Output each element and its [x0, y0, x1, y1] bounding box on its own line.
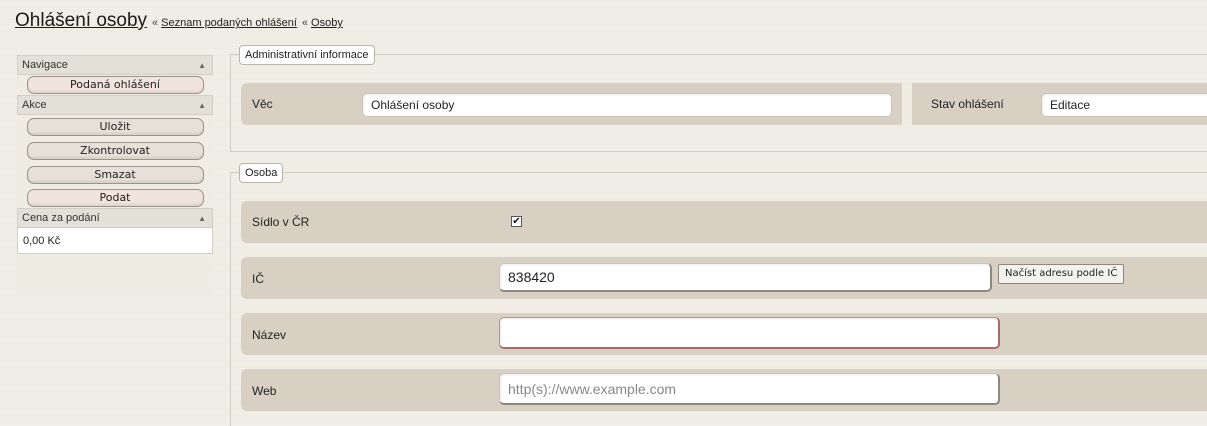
- ic-row: IČ 838420 Načíst adresu podle IČ: [241, 257, 1207, 299]
- akce-section-header[interactable]: Akce ▲: [17, 95, 213, 115]
- breadcrumb-separator: «: [301, 17, 309, 29]
- checkmark-icon: ✔: [512, 216, 521, 227]
- stav-field[interactable]: Editace: [1041, 93, 1207, 117]
- cena-section-header[interactable]: Cena za podání ▲: [17, 208, 213, 228]
- nazev-row: Název: [241, 313, 1207, 355]
- ic-input[interactable]: 838420: [499, 263, 992, 292]
- cena-value: 0,00 Kč: [17, 228, 213, 254]
- nazev-input[interactable]: [499, 317, 1000, 349]
- web-row: Web http(s)://www.example.com: [241, 369, 1207, 411]
- web-label: Web: [252, 384, 277, 398]
- stav-label: Stav ohlášení: [931, 97, 1004, 111]
- vec-field[interactable]: Ohlášení osoby: [362, 93, 892, 117]
- collapse-triangle-icon[interactable]: ▲: [198, 214, 206, 223]
- podana-ohlaseni-button[interactable]: Podaná ohlášení: [26, 76, 204, 94]
- collapse-triangle-icon[interactable]: ▲: [198, 101, 206, 110]
- sidlo-row: Sídlo v ČR ✔: [241, 201, 1207, 243]
- nazev-label: Název: [252, 328, 287, 342]
- sidebar: Navigace ▲ Podaná ohlášení Akce ▲ Uložit…: [17, 55, 213, 295]
- navigace-section-header[interactable]: Navigace ▲: [17, 55, 213, 75]
- row-gap: [902, 83, 912, 125]
- web-input[interactable]: http(s)://www.example.com: [499, 373, 1000, 405]
- breadcrumb-seznam-link[interactable]: Seznam podaných ohlášení: [161, 17, 297, 29]
- sidlo-label: Sídlo v ČR: [252, 215, 310, 229]
- admin-legend: Administrativní informace: [239, 45, 375, 65]
- vec-label: Věc: [252, 97, 273, 111]
- ulozit-button[interactable]: Uložit: [26, 118, 204, 136]
- ic-label: IČ: [252, 272, 264, 286]
- page-header: Ohlášení osoby « Seznam podaných ohlášen…: [15, 10, 343, 36]
- cena-label: Cena za podání: [22, 212, 100, 224]
- zkontrolovat-button[interactable]: Zkontrolovat: [26, 142, 204, 160]
- nacist-adresu-button[interactable]: Načíst adresu podle IČ: [998, 264, 1125, 284]
- smazat-button[interactable]: Smazat: [26, 166, 204, 184]
- osoba-legend: Osoba: [239, 163, 284, 183]
- navigace-label: Navigace: [22, 59, 68, 71]
- breadcrumb-osoby-link[interactable]: Osoby: [311, 17, 343, 29]
- vec-row: Věc Ohlášení osoby Stav ohlášení Editace: [241, 83, 1207, 125]
- podat-button[interactable]: Podat: [26, 188, 204, 207]
- breadcrumb-separator: «: [152, 17, 159, 29]
- akce-label: Akce: [22, 99, 47, 111]
- collapse-triangle-icon[interactable]: ▲: [198, 61, 206, 70]
- page-title: Ohlášení osoby: [15, 10, 148, 31]
- sidlo-checkbox[interactable]: ✔: [511, 216, 522, 227]
